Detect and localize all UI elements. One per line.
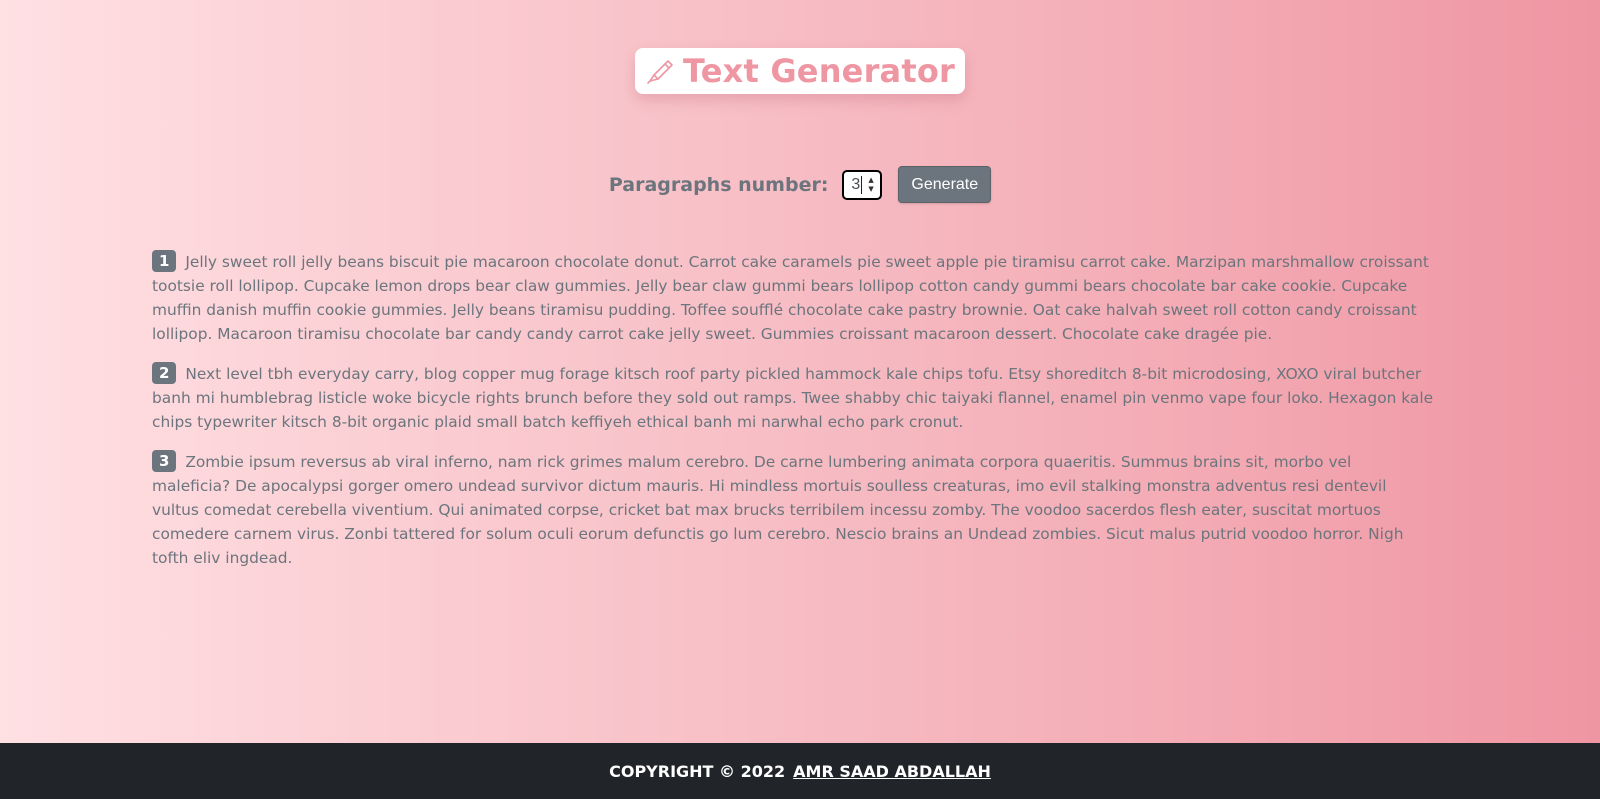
paragraph: 1 Jelly sweet roll jelly beans biscuit p… [152,250,1434,346]
generate-button[interactable]: Generate [898,166,992,203]
author-link[interactable]: AMR SAAD ABDALLAH [793,762,991,781]
title-card: Text Generator [634,48,966,94]
paragraphs-number-input[interactable]: 3 ▲ ▼ [842,169,883,200]
paragraph: 2 Next level tbh everyday carry, blog co… [152,362,1434,434]
number-spinner[interactable]: ▲ ▼ [868,176,873,194]
copyright-text: COPYRIGHT © 2022 [609,761,786,781]
paragraphs-number-label: Paragraphs number: [608,173,829,196]
spin-up-icon[interactable]: ▲ [868,176,873,185]
paragraph-number-badge: 2 [152,362,177,384]
pen-icon [643,54,677,88]
page-title: Text Generator [682,52,956,90]
paragraph-number-badge: 1 [152,250,177,272]
paragraphs-number-value[interactable]: 3 [851,175,863,194]
paragraph-number-badge: 3 [152,450,177,472]
paragraph-list: 1 Jelly sweet roll jelly beans biscuit p… [152,250,1434,586]
footer: COPYRIGHT © 2022 AMR SAAD ABDALLAH [0,743,1600,799]
controls: Paragraphs number: 3 ▲ ▼ Generate [0,166,1600,203]
paragraph-text: Jelly sweet roll jelly beans biscuit pie… [152,253,1429,343]
paragraph-text: Next level tbh everyday carry, blog copp… [152,365,1434,431]
spin-down-icon[interactable]: ▼ [868,185,873,194]
header: Text Generator [0,48,1600,94]
paragraph-text: Zombie ipsum reversus ab viral inferno, … [152,453,1404,567]
paragraph: 3 Zombie ipsum reversus ab viral inferno… [152,450,1434,570]
